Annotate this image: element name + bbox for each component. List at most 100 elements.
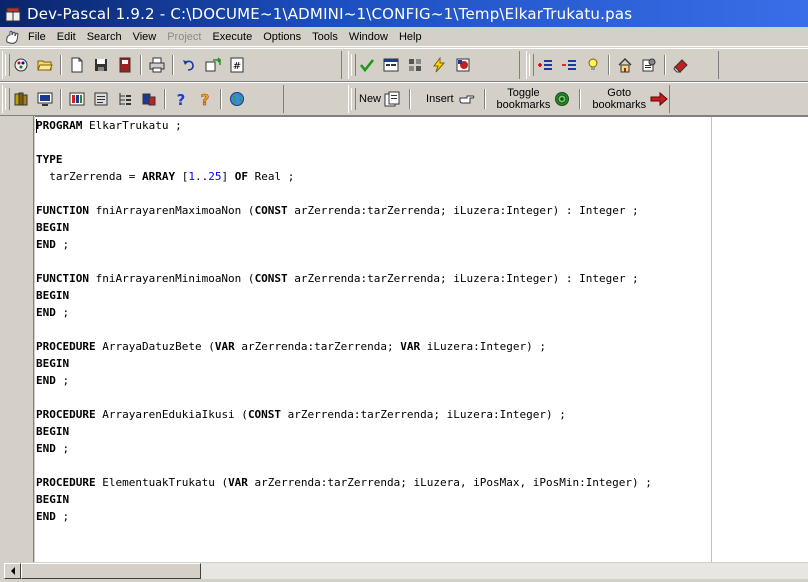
compiler-output-button[interactable] — [89, 88, 112, 110]
compile-run-icon — [408, 59, 421, 71]
add-to-project-icon — [537, 60, 552, 70]
compile-run-button[interactable] — [403, 54, 426, 76]
goto-bookmarks-label-2: bookmarks — [592, 99, 647, 111]
menu-bar: File Edit Search View Project Execute Op… — [0, 27, 808, 47]
tree-view-icon — [119, 93, 131, 105]
monitor-icon — [37, 92, 52, 106]
undo-arrow-icon — [182, 60, 194, 71]
code-editor[interactable]: PROGRAM ElkarTrukatu ; TYPE tarZerrenda =… — [35, 116, 808, 563]
menu-project[interactable]: Project — [162, 27, 207, 47]
text-caret — [36, 119, 37, 133]
code-line[interactable]: tarZerrenda = ARRAY [1..25] OF Real ; — [36, 168, 294, 185]
menu-view[interactable]: View — [128, 27, 163, 47]
help-question-icon: ? — [176, 91, 185, 107]
menu-search[interactable]: Search — [82, 27, 128, 47]
toolbar-separator — [60, 55, 62, 75]
remove-from-project-button[interactable] — [557, 54, 580, 76]
horizontal-scrollbar[interactable] — [4, 562, 808, 579]
toolbar-separator — [483, 89, 486, 109]
goto-bookmarks-button[interactable]: Goto bookmarks — [588, 86, 672, 112]
project-manager-button[interactable] — [613, 54, 636, 76]
save-button[interactable] — [89, 54, 112, 76]
rebuild-all-button[interactable] — [427, 54, 450, 76]
toolbar-separator — [172, 55, 174, 75]
code-line[interactable]: BEGIN — [36, 219, 69, 236]
floppy-disk-icon — [94, 59, 107, 71]
debug-watch-button[interactable] — [137, 88, 160, 110]
scrollbar-thumb[interactable] — [21, 563, 201, 579]
run-window-icon — [383, 58, 398, 72]
pascal-hand-icon[interactable] — [3, 28, 21, 46]
open-button[interactable] — [33, 54, 56, 76]
dev-pascal-book-icon[interactable] — [4, 5, 22, 23]
menu-help[interactable]: Help — [394, 27, 428, 47]
code-line[interactable]: PROCEDURE ArrayarenEdukiaIkusi (CONST ar… — [36, 406, 566, 423]
tip-of-day-button[interactable] — [581, 54, 604, 76]
project-toolbar: ? ? — [2, 85, 284, 113]
toolbar-separator — [608, 55, 610, 75]
fullscreen-button[interactable] — [33, 88, 56, 110]
code-line[interactable]: END ; — [36, 304, 69, 321]
debug-icon — [456, 58, 469, 72]
code-line[interactable]: END ; — [36, 508, 69, 525]
new-file-button[interactable] — [65, 54, 88, 76]
goto-line-button[interactable]: # — [225, 54, 248, 76]
menu-tools[interactable]: Tools — [307, 27, 344, 47]
insert-button[interactable]: Insert — [422, 86, 479, 112]
code-line[interactable]: FUNCTION fniArrayarenMinimoaNon (CONST a… — [36, 270, 639, 287]
code-line[interactable]: END ; — [36, 236, 69, 253]
debug-button[interactable] — [451, 54, 474, 76]
menu-file[interactable]: File — [23, 27, 52, 47]
about-question-icon: ? — [200, 91, 209, 107]
code-line[interactable]: BEGIN — [36, 491, 69, 508]
project-options-button[interactable] — [9, 54, 32, 76]
editor-gutter[interactable] — [4, 116, 34, 562]
find-button[interactable] — [201, 54, 224, 76]
toggle-bookmarks-label-1: Toggle — [507, 87, 540, 99]
code-line[interactable]: BEGIN — [36, 287, 69, 304]
menu-window[interactable]: Window — [344, 27, 394, 47]
svg-text:?: ? — [176, 91, 185, 107]
new-item-label: New — [359, 93, 382, 105]
new-item-button[interactable]: New — [355, 86, 404, 112]
menu-options[interactable]: Options — [258, 27, 307, 47]
code-line[interactable]: FUNCTION fniArrayarenMaximoaNon (CONST a… — [36, 202, 639, 219]
compile-button[interactable] — [355, 54, 378, 76]
code-line[interactable]: END ; — [36, 372, 69, 389]
save-all-button[interactable] — [113, 54, 136, 76]
bookmark-target-icon — [555, 92, 570, 106]
menu-edit[interactable]: Edit — [52, 27, 82, 47]
code-line[interactable]: END ; — [36, 440, 69, 457]
tools-button[interactable] — [669, 54, 692, 76]
new-project-button[interactable] — [9, 88, 32, 110]
code-line[interactable]: PROCEDURE ElementuakTrukatu (VAR arZerre… — [36, 474, 652, 491]
menu-execute[interactable]: Execute — [207, 27, 258, 47]
toggle-bookmarks-button[interactable]: Toggle bookmarks — [493, 86, 575, 112]
environment-options-button[interactable] — [637, 54, 660, 76]
about-button[interactable]: ? — [193, 88, 216, 110]
code-line[interactable]: BEGIN — [36, 355, 69, 372]
run-button[interactable] — [379, 54, 402, 76]
find-icon — [205, 57, 221, 72]
code-line[interactable]: BEGIN — [36, 423, 69, 440]
undo-button[interactable] — [177, 54, 200, 76]
toolbar-separator — [579, 89, 582, 109]
toolbar-separator — [60, 89, 62, 109]
title-bar[interactable]: Dev-Pascal 1.9.2 - C:\DOCUME~1\ADMINI~1\… — [0, 0, 808, 27]
web-button[interactable] — [225, 88, 248, 110]
add-to-project-button[interactable] — [533, 54, 556, 76]
help-button[interactable]: ? — [169, 88, 192, 110]
remove-from-project-icon — [561, 60, 576, 70]
code-line[interactable]: TYPE — [36, 151, 63, 168]
toolbar-separator — [409, 89, 412, 109]
tools-toolbar — [526, 51, 719, 79]
class-browser-button[interactable] — [65, 88, 88, 110]
goto-bookmarks-label-1: Goto — [607, 87, 632, 99]
svg-text:?: ? — [200, 91, 209, 107]
print-button[interactable] — [145, 54, 168, 76]
toolbar-separator — [664, 55, 666, 75]
code-line[interactable]: PROGRAM ElkarTrukatu ; — [36, 117, 182, 134]
tree-view-button[interactable] — [113, 88, 136, 110]
scroll-left-button[interactable] — [4, 563, 21, 579]
code-line[interactable]: PROCEDURE ArrayaDatuzBete (VAR arZerrend… — [36, 338, 546, 355]
